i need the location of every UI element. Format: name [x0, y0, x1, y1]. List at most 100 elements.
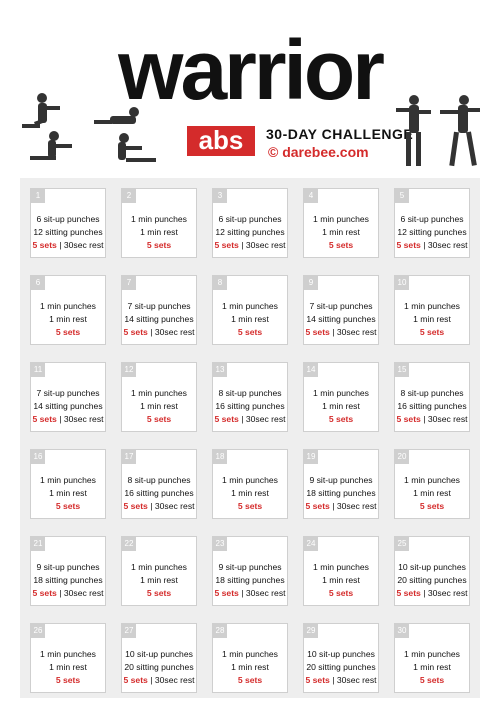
day-workout: 1 min punches 1 min rest 5 sets — [31, 474, 105, 513]
separator: | — [147, 675, 155, 685]
day-workout: 6 sit-up punches 12 sitting punches 5 sets… — [395, 213, 469, 252]
brand-link[interactable]: © darebee.com — [268, 144, 369, 160]
rest-label: 30sec rest — [63, 240, 104, 250]
workout-line: 1 min rest — [322, 401, 360, 411]
day-cell: 1 6 sit-up punches 12 sitting punches 5 set… — [30, 188, 106, 258]
sets-label: 5 sets — [305, 327, 330, 337]
workout-line: 1 min rest — [231, 314, 269, 324]
workout-line: 12 sitting punches — [397, 227, 467, 237]
sets-row: 5 sets — [122, 413, 196, 426]
day-cell: 4 1 min punches 1 min rest 5 sets — [303, 188, 379, 258]
workout-line: 12 sitting punches — [33, 227, 103, 237]
sets-row: 5 sets — [395, 326, 469, 339]
workout-line: 7 sit-up punches — [127, 301, 191, 311]
sets-label: 5 sets — [214, 240, 239, 250]
sets-row: 5 sets | 30sec rest — [304, 326, 378, 339]
day-cell: 15 8 sit-up punches 16 sitting punches 5 se… — [394, 362, 470, 432]
workout-line: 12 sitting punches — [215, 227, 285, 237]
day-workout: 1 min punches 1 min rest 5 sets — [395, 300, 469, 339]
workout-line: 1 min punches — [404, 649, 460, 659]
sets-label: 5 sets — [123, 675, 148, 685]
abs-badge: abs — [187, 126, 255, 156]
day-cell: 3 6 sit-up punches 12 sitting punches 5 set… — [212, 188, 288, 258]
workout-line: 1 min punches — [40, 649, 96, 659]
sets-label: 5 sets — [55, 327, 81, 337]
day-workout: 1 min punches 1 min rest 5 sets — [395, 474, 469, 513]
day-number: 14 — [304, 363, 318, 377]
sets-row: 5 sets — [395, 500, 469, 513]
day-cell: 19 9 sit-up punches 18 sitting punches 5 se… — [303, 449, 379, 519]
day-cell: 27 10 sit-up punches 20 sitting punches 5 s… — [121, 623, 197, 693]
sets-label: 5 sets — [237, 327, 263, 337]
day-number: 9 — [304, 276, 318, 290]
day-number: 18 — [213, 450, 227, 464]
sets-row: 5 sets | 30sec rest — [213, 587, 287, 600]
day-cell: 22 1 min punches 1 min rest 5 sets — [121, 536, 197, 606]
day-number: 8 — [213, 276, 227, 290]
workout-line: 1 min rest — [231, 662, 269, 672]
separator: | — [238, 240, 246, 250]
workout-line: 18 sitting punches — [306, 488, 376, 498]
day-cell: 7 7 sit-up punches 14 sitting punches 5 set… — [121, 275, 197, 345]
workout-line: 16 sitting punches — [397, 401, 467, 411]
sets-row: 5 sets | 30sec rest — [213, 239, 287, 252]
day-cell: 23 9 sit-up punches 18 sitting punches 5 se… — [212, 536, 288, 606]
workout-line: 1 min punches — [40, 475, 96, 485]
sets-row: 5 sets — [395, 674, 469, 687]
separator: | — [56, 414, 64, 424]
day-number: 5 — [395, 189, 409, 203]
sets-label: 5 sets — [146, 414, 172, 424]
sets-label: 5 sets — [32, 588, 57, 598]
workout-line: 6 sit-up punches — [36, 214, 100, 224]
day-number: 21 — [31, 537, 45, 551]
day-cell: 10 1 min punches 1 min rest 5 sets — [394, 275, 470, 345]
day-number: 27 — [122, 624, 136, 638]
day-workout: 1 min punches 1 min rest 5 sets — [395, 648, 469, 687]
sets-label: 5 sets — [214, 588, 239, 598]
day-workout: 1 min punches 1 min rest 5 sets — [31, 648, 105, 687]
workout-line: 7 sit-up punches — [36, 388, 100, 398]
day-number: 19 — [304, 450, 318, 464]
day-cell: 13 8 sit-up punches 16 sitting punches 5 se… — [212, 362, 288, 432]
sets-label: 5 sets — [123, 501, 148, 511]
rest-label: 30sec rest — [63, 588, 104, 598]
workout-line: 10 sit-up punches — [125, 649, 193, 659]
workout-line: 16 sitting punches — [124, 488, 194, 498]
workout-line: 9 sit-up punches — [36, 562, 100, 572]
day-workout: 7 sit-up punches 14 sitting punches 5 sets… — [304, 300, 378, 339]
separator: | — [147, 327, 155, 337]
workout-line: 1 min rest — [140, 227, 178, 237]
workout-line: 14 sitting punches — [33, 401, 103, 411]
sets-label: 5 sets — [214, 414, 239, 424]
day-cell: 21 9 sit-up punches 18 sitting punches 5 se… — [30, 536, 106, 606]
day-cell: 5 6 sit-up punches 12 sitting punches 5 set… — [394, 188, 470, 258]
workout-line: 1 min rest — [49, 488, 87, 498]
workout-line: 1 min punches — [313, 388, 369, 398]
sets-row: 5 sets — [31, 326, 105, 339]
day-number: 6 — [31, 276, 45, 290]
day-workout: 8 sit-up punches 16 sitting punches 5 sets… — [395, 387, 469, 426]
workout-line: 14 sitting punches — [306, 314, 376, 324]
day-cell: 2 1 min punches 1 min rest 5 sets — [121, 188, 197, 258]
day-cell: 9 7 sit-up punches 14 sitting punches 5 set… — [303, 275, 379, 345]
separator: | — [329, 327, 337, 337]
day-workout: 1 min punches 1 min rest 5 sets — [122, 387, 196, 426]
day-number: 28 — [213, 624, 227, 638]
day-number: 3 — [213, 189, 227, 203]
day-cell: 11 7 sit-up punches 14 sitting punches 5 se… — [30, 362, 106, 432]
day-workout: 1 min punches 1 min rest 5 sets — [213, 648, 287, 687]
day-number: 22 — [122, 537, 136, 551]
rest-label: 30sec rest — [245, 588, 286, 598]
sets-row: 5 sets | 30sec rest — [122, 500, 196, 513]
day-cell: 17 8 sit-up punches 16 sitting punches 5 se… — [121, 449, 197, 519]
day-workout: 1 min punches 1 min rest 5 sets — [304, 561, 378, 600]
workout-line: 1 min punches — [131, 388, 187, 398]
workout-line: 1 min rest — [49, 314, 87, 324]
day-number: 11 — [31, 363, 45, 377]
workout-line: 7 sit-up punches — [309, 301, 373, 311]
rest-label: 30sec rest — [63, 414, 104, 424]
sets-row: 5 sets — [213, 326, 287, 339]
workout-line: 1 min rest — [140, 575, 178, 585]
sets-label: 5 sets — [305, 675, 330, 685]
sets-row: 5 sets — [304, 587, 378, 600]
